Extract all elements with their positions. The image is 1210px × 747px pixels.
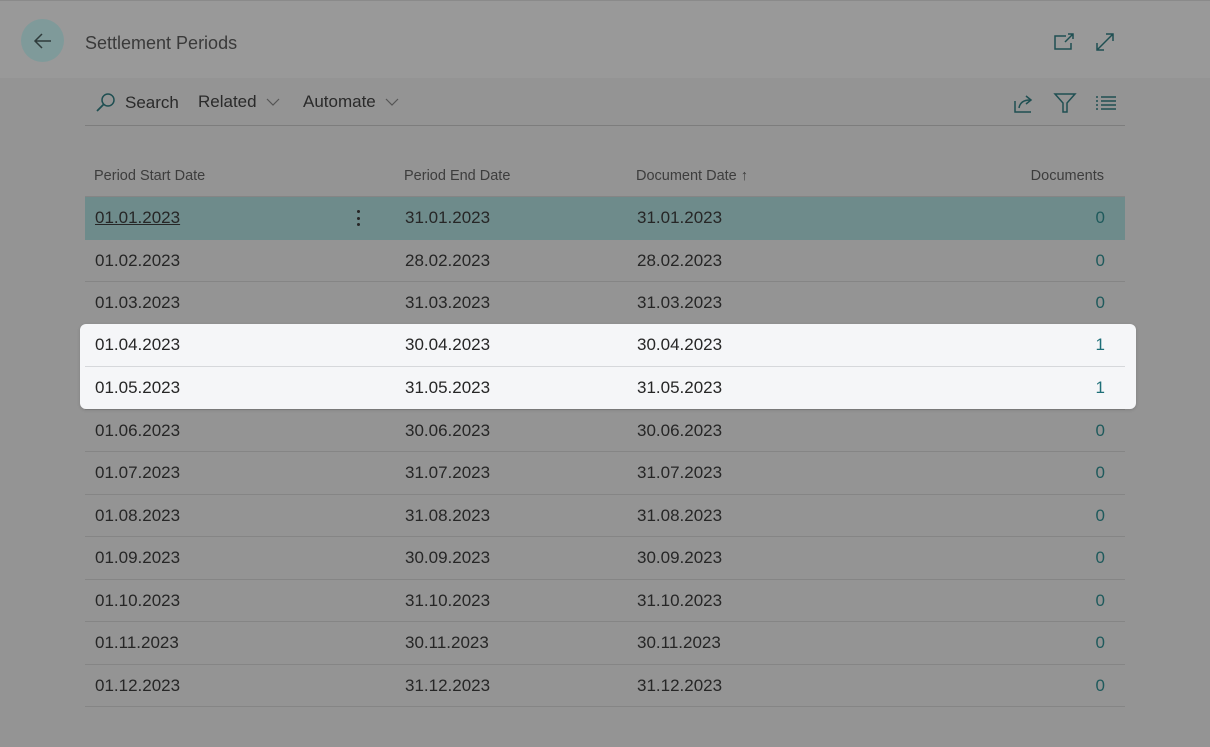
column-header-period-end-date[interactable]: Period End Date [404, 168, 510, 184]
document-date: 30.09.2023 [637, 548, 723, 567]
related-label: Related [198, 92, 257, 111]
period-start-date[interactable]: 01.09.2023 [95, 548, 180, 568]
table-row[interactable]: 01.07.2023 31.07.2023 31.07.2023 0 [85, 452, 1125, 495]
document-date: 31.03.2023 [637, 293, 723, 312]
table-header: Period Start Date Period End Date Docume… [85, 155, 1125, 197]
document-date: 31.10.2023 [637, 590, 723, 610]
table-row[interactable]: 01.12.2023 31.12.2023 31.12.2023 0 [85, 665, 1125, 707]
documents-count[interactable]: 0 [1096, 633, 1105, 653]
list-view-button[interactable] [1094, 91, 1118, 115]
period-end-date: 31.10.2023 [405, 590, 491, 610]
settlement-periods-table: Period Start Date Period End Date Docume… [85, 155, 1125, 707]
column-header-documents[interactable]: Documents [1031, 168, 1104, 184]
document-date: 28.02.2023 [637, 250, 723, 270]
documents-count[interactable]: 1 [1096, 378, 1105, 398]
related-menu[interactable]: Related [198, 92, 281, 112]
period-end-date: 31.08.2023 [405, 505, 491, 525]
table-body: 01.01.2023 31.01.2023 31.01.2023 0 01.02.202… [85, 197, 1125, 707]
table-row[interactable]: 01.11.2023 30.11.2023 30.11.2023 0 [85, 622, 1125, 665]
document-date: 31.12.2023 [637, 675, 723, 695]
action-bar: Search Related Automate [85, 78, 1125, 126]
documents-count[interactable]: 1 [1096, 335, 1105, 355]
documents-count[interactable]: 0 [1096, 506, 1105, 526]
search-label: Search [125, 93, 179, 112]
period-start-date[interactable]: 01.03.2023 [95, 293, 180, 313]
search-button[interactable]: Search [95, 92, 179, 114]
period-start-date[interactable]: 01.05.2023 [95, 378, 180, 398]
period-end-date: 31.03.2023 [405, 293, 491, 312]
period-end-date: 31.01.2023 [405, 208, 491, 227]
document-date: 31.08.2023 [637, 505, 723, 525]
table-row[interactable]: 01.01.2023 31.01.2023 31.01.2023 0 [85, 197, 1125, 240]
filter-button[interactable] [1053, 91, 1077, 115]
table-row[interactable]: 01.05.2023 31.05.2023 31.05.2023 1 [85, 367, 1125, 410]
page-title: Settlement Periods [85, 33, 238, 53]
chevron-down-icon [266, 98, 280, 106]
period-start-date[interactable]: 01.06.2023 [95, 421, 180, 441]
automate-menu[interactable]: Automate [303, 92, 400, 112]
document-date: 30.06.2023 [637, 420, 723, 440]
period-start-date[interactable]: 01.08.2023 [95, 506, 180, 526]
page-header: Settlement Periods [0, 0, 1210, 78]
list-view-icon [1096, 96, 1116, 110]
document-date: 30.04.2023 [637, 335, 723, 354]
document-date: 30.11.2023 [637, 633, 721, 652]
document-date: 31.07.2023 [637, 463, 723, 482]
period-end-date: 28.02.2023 [405, 250, 491, 270]
expand-icon [1096, 33, 1114, 51]
period-end-date: 30.06.2023 [405, 420, 491, 440]
column-header-document-date-label: Document Date [636, 168, 737, 184]
documents-count[interactable]: 0 [1096, 548, 1105, 568]
documents-count[interactable]: 0 [1096, 463, 1105, 483]
table-row[interactable]: 01.04.2023 30.04.2023 30.04.2023 1 [85, 324, 1125, 367]
period-end-date: 31.12.2023 [405, 675, 491, 695]
period-start-date[interactable]: 01.10.2023 [95, 591, 180, 611]
column-header-document-date[interactable]: Document Date ↑ [636, 168, 748, 184]
table-row[interactable]: 01.03.2023 31.03.2023 31.03.2023 0 [85, 282, 1125, 325]
period-end-date: 30.09.2023 [405, 548, 491, 567]
documents-count[interactable]: 0 [1096, 293, 1105, 313]
period-start-date[interactable]: 01.12.2023 [95, 676, 180, 696]
expand-button[interactable] [1093, 30, 1117, 54]
period-start-date[interactable]: 01.01.2023 [95, 208, 180, 228]
period-end-date: 30.11.2023 [405, 633, 489, 652]
table-row[interactable]: 01.06.2023 30.06.2023 30.06.2023 0 [85, 410, 1125, 452]
document-date: 31.05.2023 [637, 378, 723, 397]
document-date: 31.01.2023 [637, 208, 723, 227]
open-in-new-window-button[interactable] [1052, 30, 1076, 54]
chevron-down-icon [385, 98, 399, 106]
search-icon [96, 93, 115, 112]
table-row[interactable]: 01.10.2023 31.10.2023 31.10.2023 0 [85, 580, 1125, 622]
open-in-new-window-icon [1054, 33, 1074, 50]
period-end-date: 30.04.2023 [405, 335, 491, 354]
period-start-date[interactable]: 01.07.2023 [95, 463, 180, 483]
arrow-left-icon [33, 32, 51, 49]
table-row[interactable]: 01.09.2023 30.09.2023 30.09.2023 0 [85, 537, 1125, 580]
period-start-date[interactable]: 01.02.2023 [95, 251, 180, 271]
back-button[interactable] [21, 19, 64, 62]
table-row[interactable]: 01.02.2023 28.02.2023 28.02.2023 0 [85, 240, 1125, 282]
table-row[interactable]: 01.08.2023 31.08.2023 31.08.2023 0 [85, 495, 1125, 537]
share-icon [1014, 95, 1033, 113]
documents-count[interactable]: 0 [1096, 676, 1105, 696]
documents-count[interactable]: 0 [1096, 251, 1105, 271]
automate-label: Automate [303, 92, 376, 111]
documents-count[interactable]: 0 [1096, 208, 1105, 228]
column-header-period-start-date[interactable]: Period Start Date [94, 168, 205, 184]
sort-ascending-icon: ↑ [740, 168, 749, 184]
share-button[interactable] [1012, 91, 1036, 115]
highlighted-rows: 01.04.2023 30.04.2023 30.04.2023 1 01.05… [80, 324, 1136, 409]
period-end-date: 31.05.2023 [405, 378, 491, 397]
period-start-date[interactable]: 01.04.2023 [95, 335, 180, 355]
documents-count[interactable]: 0 [1096, 421, 1105, 441]
filter-icon [1053, 93, 1077, 113]
period-end-date: 31.07.2023 [405, 463, 491, 482]
row-actions-kebab-icon[interactable] [352, 208, 364, 228]
period-start-date[interactable]: 01.11.2023 [95, 633, 179, 653]
documents-count[interactable]: 0 [1096, 591, 1105, 611]
